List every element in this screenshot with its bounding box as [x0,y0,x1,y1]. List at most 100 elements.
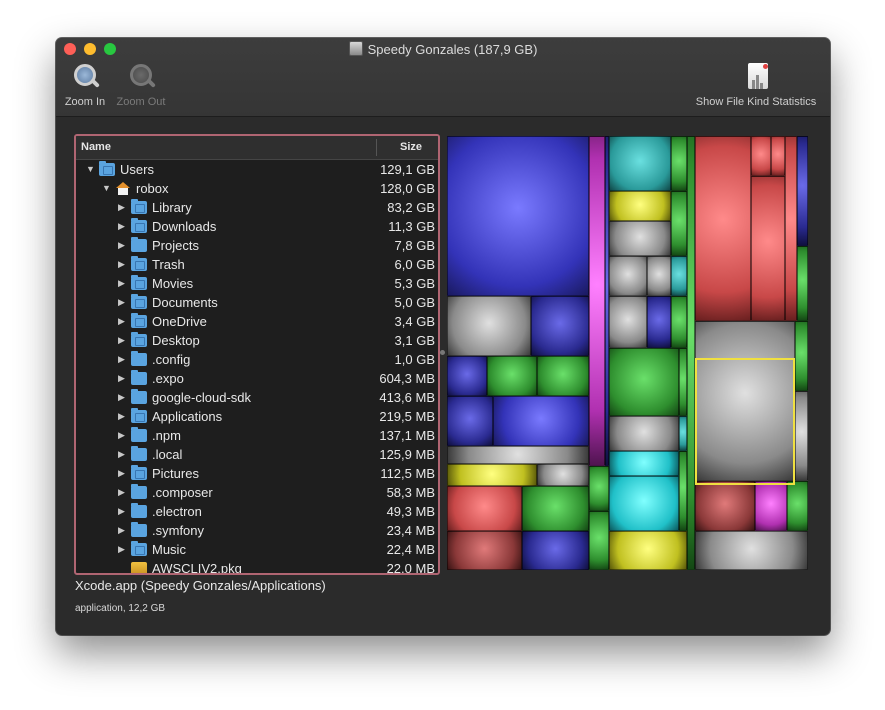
disclosure-collapsed-icon[interactable]: ▶ [118,505,128,517]
treemap-block[interactable] [531,296,589,356]
treemap-block[interactable] [679,416,687,451]
disclosure-collapsed-icon[interactable]: ▶ [118,334,128,346]
treemap-block[interactable] [751,136,771,176]
treemap-block[interactable] [493,396,589,446]
disclosure-collapsed-icon[interactable]: ▶ [118,277,128,289]
treemap-block[interactable] [647,256,671,296]
treemap-block[interactable] [609,451,679,476]
treemap-block[interactable] [589,136,605,466]
column-divider[interactable] [376,139,377,156]
treemap-block[interactable] [679,348,687,416]
treemap-block[interactable] [687,136,695,570]
outline-row[interactable]: AWSCLIV2.pkg 22,0 MB [76,559,438,573]
treemap-block[interactable] [447,464,537,486]
outline-row[interactable]: ▼ Users 129,1 GB [76,160,438,179]
treemap-block[interactable] [522,486,589,531]
disclosure-collapsed-icon[interactable]: ▶ [118,220,128,232]
size-column-header[interactable]: Size [400,141,422,153]
treemap-block[interactable] [609,476,679,531]
treemap-block[interactable] [589,466,609,511]
treemap-block[interactable] [609,531,687,570]
outline-row[interactable]: ▶ Documents 5,0 GB [76,293,438,312]
outline-row[interactable]: ▶ .local 125,9 MB [76,445,438,464]
treemap-block[interactable] [447,356,487,396]
treemap-block[interactable] [797,136,808,246]
treemap-block[interactable] [447,531,522,570]
treemap-block[interactable] [487,356,537,396]
treemap-block[interactable] [695,481,755,531]
treemap-block[interactable] [695,531,808,570]
disclosure-collapsed-icon[interactable]: ▶ [118,391,128,403]
treemap-block[interactable] [647,296,671,348]
zoom-in-button[interactable]: Zoom In [62,62,108,108]
file-outline-view[interactable]: Name Size ▼ Users 129,1 GB ▼ robox 128,0 GB ▶ L… [74,134,440,575]
split-view-divider[interactable] [440,350,445,355]
outline-row[interactable]: ▶ .expo 604,3 MB [76,369,438,388]
outline-row[interactable]: ▶ Applications 219,5 MB [76,407,438,426]
treemap-block[interactable] [671,191,687,256]
treemap-block[interactable] [755,481,787,531]
outline-row[interactable]: ▶ .config 1,0 GB [76,350,438,369]
disclosure-collapsed-icon[interactable]: ▶ [118,524,128,536]
treemap-block[interactable] [447,486,522,531]
name-column-header[interactable]: Name [81,141,111,153]
zoom-out-button[interactable]: Zoom Out [114,62,168,108]
disclosure-collapsed-icon[interactable]: ▶ [118,239,128,251]
treemap-block[interactable] [447,296,531,356]
outline-row[interactable]: ▶ Trash 6,0 GB [76,255,438,274]
treemap-block[interactable] [609,256,647,296]
disclosure-collapsed-icon[interactable]: ▶ [118,429,128,441]
treemap-block[interactable] [609,348,679,416]
disclosure-collapsed-icon[interactable]: ▶ [118,410,128,422]
treemap-block[interactable] [447,446,589,464]
treemap-block[interactable] [609,296,647,348]
treemap-block[interactable] [609,416,679,451]
outline-row[interactable]: ▶ Projects 7,8 GB [76,236,438,255]
treemap-block[interactable] [679,451,687,531]
disclosure-expanded-icon[interactable]: ▼ [86,163,96,175]
disclosure-collapsed-icon[interactable]: ▶ [118,448,128,460]
treemap-block[interactable] [537,464,589,486]
disclosure-collapsed-icon[interactable]: ▶ [118,353,128,365]
outline-row[interactable]: ▶ .composer 58,3 MB [76,483,438,502]
outline-row[interactable]: ▶ OneDrive 3,4 GB [76,312,438,331]
treemap-block[interactable] [609,136,671,191]
treemap-block[interactable] [609,221,671,256]
treemap-block[interactable] [671,136,687,191]
treemap-block[interactable] [795,391,808,481]
treemap-block[interactable] [797,246,808,321]
treemap-block[interactable] [771,136,785,176]
disclosure-collapsed-icon[interactable]: ▶ [118,372,128,384]
file-kind-statistics-button[interactable]: Show File Kind Statistics [690,62,822,108]
treemap-block[interactable] [447,396,493,446]
outline-row[interactable]: ▼ robox 128,0 GB [76,179,438,198]
disclosure-collapsed-icon[interactable]: ▶ [118,296,128,308]
treemap-block[interactable] [795,321,808,391]
treemap-block[interactable] [589,511,609,570]
disclosure-collapsed-icon[interactable]: ▶ [118,201,128,213]
treemap-block[interactable] [522,531,589,570]
outline-row[interactable]: ▶ Library 83,2 GB [76,198,438,217]
outline-row[interactable]: ▶ Downloads 11,3 GB [76,217,438,236]
disclosure-collapsed-icon[interactable]: ▶ [118,315,128,327]
outline-row[interactable]: ▶ Pictures 112,5 MB [76,464,438,483]
outline-row[interactable]: ▶ google-cloud-sdk 413,6 MB [76,388,438,407]
outline-row[interactable]: ▶ .symfony 23,4 MB [76,521,438,540]
disclosure-expanded-icon[interactable]: ▼ [102,182,112,194]
treemap-block[interactable] [787,481,808,531]
treemap-block[interactable] [447,136,589,296]
outline-row[interactable]: ▶ .npm 137,1 MB [76,426,438,445]
outline-row[interactable]: ▶ Desktop 3,1 GB [76,331,438,350]
treemap-block[interactable] [537,356,589,396]
disclosure-collapsed-icon[interactable]: ▶ [118,543,128,555]
outline-row[interactable]: ▶ Music 22,4 MB [76,540,438,559]
disclosure-collapsed-icon[interactable]: ▶ [118,486,128,498]
treemap-block[interactable] [671,296,687,348]
treemap-block[interactable] [609,191,671,221]
outline-row[interactable]: ▶ .electron 49,3 MB [76,502,438,521]
disclosure-collapsed-icon[interactable]: ▶ [118,258,128,270]
treemap-block[interactable] [695,136,751,321]
disclosure-collapsed-icon[interactable]: ▶ [118,467,128,479]
treemap-block[interactable] [671,256,687,296]
treemap-block[interactable] [785,136,797,321]
